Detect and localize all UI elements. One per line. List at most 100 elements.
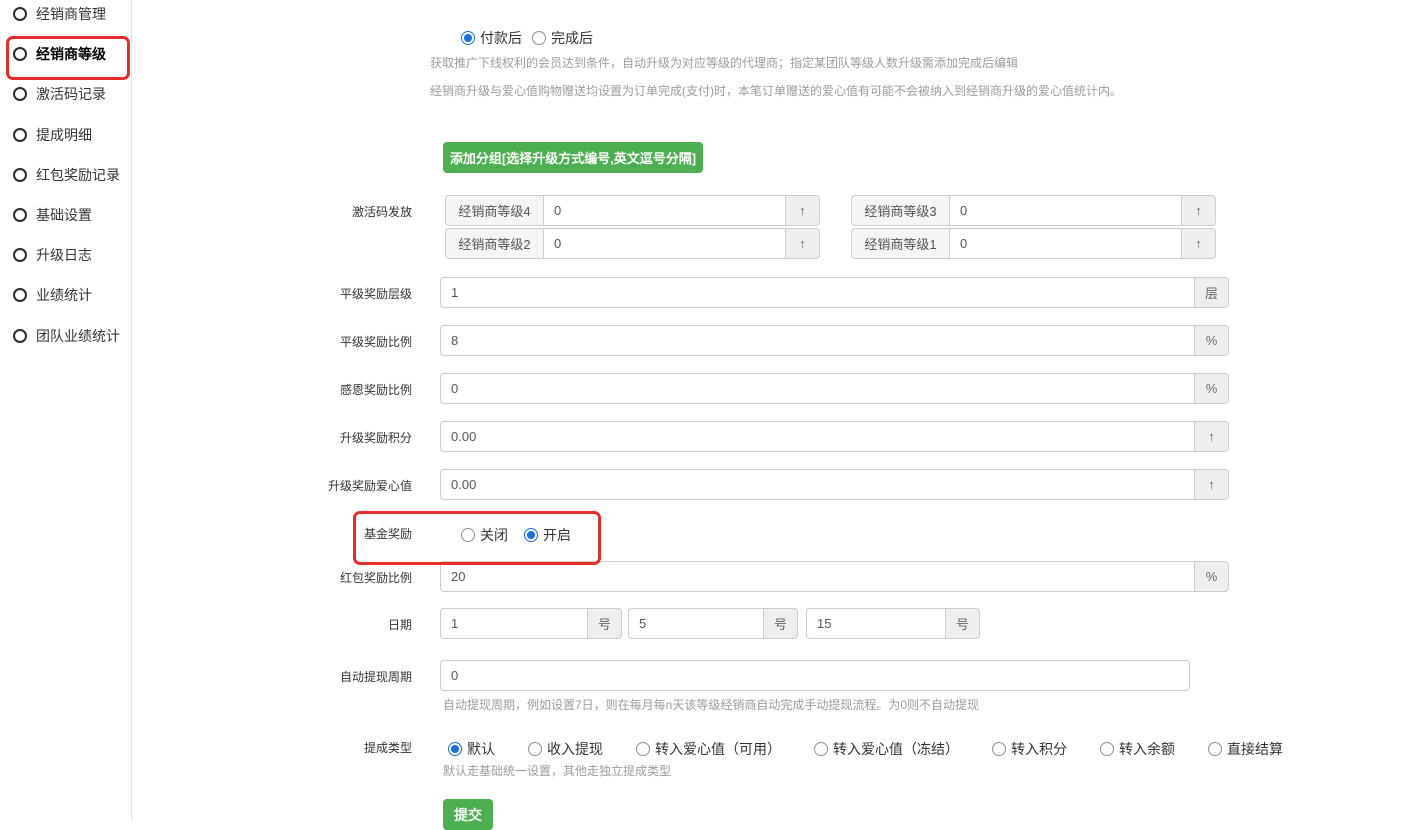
date-2-group: 号: [628, 608, 798, 639]
radio-option-income-withdraw[interactable]: 收入提现: [528, 739, 603, 759]
commission-balance-radio[interactable]: [1100, 742, 1114, 756]
unit-addon: 号: [588, 608, 622, 639]
sidebar-item-redpacket-reward-records[interactable]: 红包奖励记录: [13, 155, 120, 195]
radio-option-balance[interactable]: 转入余额: [1100, 739, 1175, 759]
spinner-addon[interactable]: ↑: [1195, 421, 1229, 452]
sidebar-item-label: 经销商管理: [36, 4, 106, 24]
commission-type-radio-group: 默认 收入提现 转入爱心值（可用） 转入爱心值（冻结） 转入积分 转入余额 直接…: [448, 739, 1283, 759]
spinner-addon[interactable]: ↑: [1182, 195, 1216, 226]
unit-addon: 层: [1195, 277, 1229, 308]
input-prefix-label: 经销商等级3: [851, 195, 949, 226]
activation-level4-input[interactable]: [543, 195, 786, 226]
radio-option-love-frozen[interactable]: 转入爱心值（冻结）: [814, 739, 959, 759]
spinner-addon[interactable]: ↑: [1182, 228, 1216, 259]
arrow-up-icon: ↑: [799, 236, 806, 251]
spinner-addon[interactable]: ↑: [786, 195, 820, 226]
upgrade-reward-points-input[interactable]: [440, 421, 1195, 452]
sidebar-item-upgrade-log[interactable]: 升级日志: [13, 235, 120, 275]
sidebar: 经销商管理 经销商等级 激活码记录 提成明细 红包奖励记录 基础设置 升级日志: [0, 0, 132, 820]
annotation-box-fund-reward: [353, 511, 601, 565]
activation-level2-group: 经销商等级2 ↑: [445, 228, 820, 259]
auto-withdraw-group: [440, 660, 1190, 691]
commission-love-available-radio[interactable]: [636, 742, 650, 756]
circle-icon: [13, 208, 27, 222]
sidebar-item-label: 激活码记录: [36, 84, 106, 104]
sidebar-item-label: 团队业绩统计: [36, 326, 120, 346]
sidebar-item-basic-settings[interactable]: 基础设置: [13, 195, 120, 235]
commission-type-label: 提成类型: [242, 739, 412, 756]
sidebar-item-commission-details[interactable]: 提成明细: [13, 115, 120, 155]
radio-label: 转入爱心值（冻结）: [833, 739, 959, 759]
radio-option-points[interactable]: 转入积分: [992, 739, 1067, 759]
unit-addon: %: [1195, 373, 1229, 404]
activation-level2-input[interactable]: [543, 228, 786, 259]
commission-default-radio[interactable]: [448, 742, 462, 756]
circle-icon: [13, 329, 27, 343]
activation-level1-group: 经销商等级1 ↑: [851, 228, 1216, 259]
upgrade-reward-love-label: 升级奖励爱心值: [242, 477, 412, 494]
radio-option-default[interactable]: 默认: [448, 739, 495, 759]
radio-label: 收入提现: [547, 739, 603, 759]
upgrade-timing-help-2: 经销商升级与爱心值购物赠送均设置为订单完成(支付)时，本笔订单赠送的爱心值有可能…: [430, 82, 1122, 99]
upgrade-reward-points-label: 升级奖励积分: [242, 429, 412, 446]
upgrade-reward-points-group: ↑: [440, 421, 1229, 452]
redpacket-ratio-group: %: [440, 561, 1229, 592]
sidebar-item-label: 红包奖励记录: [36, 165, 120, 185]
submit-button[interactable]: 提交: [443, 799, 493, 830]
arrow-up-icon: ↑: [1195, 236, 1202, 251]
commission-income-withdraw-radio[interactable]: [528, 742, 542, 756]
radio-paid-after[interactable]: [461, 31, 475, 45]
unit-addon: 号: [946, 608, 980, 639]
unit-addon: 号: [764, 608, 798, 639]
date-1-input[interactable]: [440, 608, 588, 639]
gratitude-reward-ratio-input[interactable]: [440, 373, 1195, 404]
input-prefix-label: 经销商等级1: [851, 228, 949, 259]
sidebar-item-activation-code-records[interactable]: 激活码记录: [13, 74, 120, 114]
annotation-box-sidebar: [6, 36, 130, 80]
upgrade-reward-love-input[interactable]: [440, 469, 1195, 500]
input-prefix-label: 经销商等级4: [445, 195, 543, 226]
activation-level1-input[interactable]: [949, 228, 1182, 259]
radio-label: 转入余额: [1119, 739, 1175, 759]
arrow-up-icon: ↑: [799, 203, 806, 218]
radio-completed-after[interactable]: [532, 31, 546, 45]
peer-reward-level-label: 平级奖励层级: [242, 285, 412, 302]
arrow-up-icon: ↑: [1208, 477, 1215, 492]
upgrade-reward-love-group: ↑: [440, 469, 1229, 500]
sidebar-item-label: 业绩统计: [36, 285, 92, 305]
radio-label: 直接结算: [1227, 739, 1283, 759]
radio-option-paid-after[interactable]: 付款后: [461, 28, 522, 48]
peer-reward-ratio-group: %: [440, 325, 1229, 356]
spinner-addon[interactable]: ↑: [786, 228, 820, 259]
activation-level3-group: 经销商等级3 ↑: [851, 195, 1216, 226]
peer-reward-level-input[interactable]: [440, 277, 1195, 308]
circle-icon: [13, 248, 27, 262]
radio-label: 完成后: [551, 28, 593, 48]
sidebar-item-label: 升级日志: [36, 245, 92, 265]
commission-type-note: 默认走基础统一设置，其他走独立提成类型: [443, 762, 671, 779]
sidebar-item-performance-stats[interactable]: 业绩统计: [13, 275, 120, 315]
sidebar-item-team-performance-stats[interactable]: 团队业绩统计: [13, 316, 120, 356]
spinner-addon[interactable]: ↑: [1195, 469, 1229, 500]
input-prefix-label: 经销商等级2: [445, 228, 543, 259]
date-3-input[interactable]: [806, 608, 946, 639]
activation-codes-label: 激活码发放: [242, 203, 412, 220]
radio-option-direct-settle[interactable]: 直接结算: [1208, 739, 1283, 759]
commission-direct-settle-radio[interactable]: [1208, 742, 1222, 756]
upgrade-timing-radio-group: 付款后 完成后: [461, 28, 593, 48]
auto-withdraw-cycle-input[interactable]: [440, 660, 1190, 691]
auto-withdraw-label: 自动提现周期: [242, 668, 412, 685]
activation-level3-input[interactable]: [949, 195, 1182, 226]
commission-points-radio[interactable]: [992, 742, 1006, 756]
circle-icon: [13, 7, 27, 21]
radio-option-love-available[interactable]: 转入爱心值（可用）: [636, 739, 781, 759]
date-2-input[interactable]: [628, 608, 764, 639]
add-group-button[interactable]: 添加分组[选择升级方式编号,英文逗号分隔]: [443, 142, 703, 173]
circle-icon: [13, 128, 27, 142]
sidebar-item-dealer-management[interactable]: 经销商管理: [13, 0, 120, 34]
radio-label: 默认: [467, 739, 495, 759]
redpacket-ratio-input[interactable]: [440, 561, 1195, 592]
commission-love-frozen-radio[interactable]: [814, 742, 828, 756]
peer-reward-ratio-input[interactable]: [440, 325, 1195, 356]
radio-option-completed-after[interactable]: 完成后: [532, 28, 593, 48]
